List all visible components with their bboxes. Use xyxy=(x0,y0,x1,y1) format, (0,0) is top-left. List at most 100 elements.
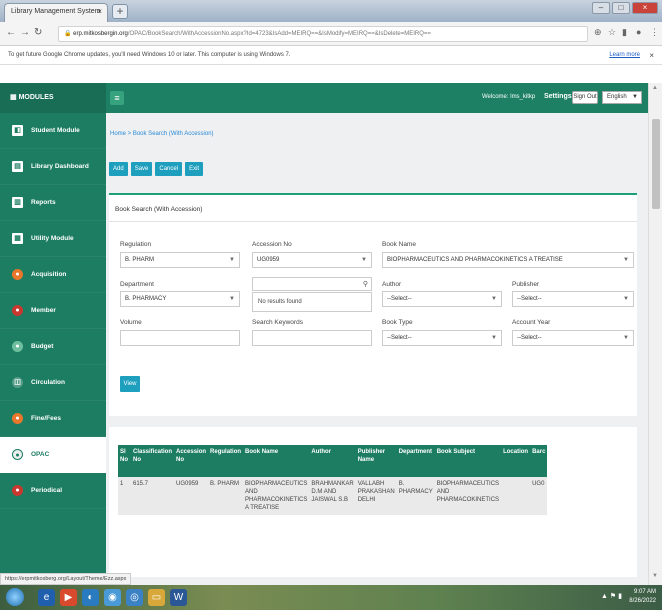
reload-icon[interactable]: ↻ xyxy=(34,27,42,38)
chevron-down-icon: ▼ xyxy=(229,296,235,302)
search-icon: ⚲ xyxy=(362,281,368,288)
tab-close-icon[interactable]: × xyxy=(97,7,102,16)
accession-select[interactable]: UG0959 ▼ xyxy=(252,252,372,268)
infobar-text: To get future Google Chrome updates, you… xyxy=(8,52,291,58)
divider xyxy=(109,221,637,222)
sidebar-item-acquisition[interactable]: ● Acquisition xyxy=(0,257,106,293)
modules-grid-icon: ▦ xyxy=(10,94,19,101)
sidebar-item-student-module[interactable]: ◧ Student Module xyxy=(0,113,106,149)
sidebar-item-budget[interactable]: ● Budget xyxy=(0,329,106,365)
dropdown-results: No results found xyxy=(252,292,372,312)
volume-input[interactable] xyxy=(120,330,240,346)
accyear-select[interactable]: --Select-- ▼ xyxy=(512,330,634,346)
student-icon: ◧ xyxy=(12,125,23,136)
lock-icon: 🔒 xyxy=(64,31,72,37)
menu-toggle-icon[interactable]: ≡ xyxy=(110,91,124,105)
address-bar-row: ← → ↻ 🔒 erp.mitkosbergin.org/OPAC/BookSe… xyxy=(0,22,662,46)
extension-icon[interactable]: ▮ xyxy=(622,27,627,38)
app-header: ▦ MODULES ≡ Welcome: lms_kitkp Settings … xyxy=(0,83,648,113)
clock[interactable]: 9:07 AM 8/26/2022 xyxy=(629,588,656,606)
sidebar-item-circulation[interactable]: ◫ Circulation xyxy=(0,365,106,401)
author-label: Author xyxy=(382,281,402,288)
breadcrumb[interactable]: Home > Book Search (With Accession) xyxy=(110,131,214,137)
scroll-thumb[interactable] xyxy=(652,119,660,209)
page-scrollbar[interactable]: ▲ ▼ xyxy=(648,83,662,585)
cell-accession: UG0959 xyxy=(176,481,199,487)
word-icon[interactable]: W xyxy=(170,589,187,606)
col-header: Publisher Name xyxy=(357,449,386,463)
start-button-icon[interactable] xyxy=(6,588,24,606)
col-header: Sl No xyxy=(120,449,128,463)
tray-icons[interactable]: ▲ ⚑ ▮ xyxy=(601,592,622,600)
dashboard-icon: ▤ xyxy=(12,161,23,172)
exit-button[interactable]: Exit xyxy=(185,162,204,176)
scroll-down-icon[interactable]: ▼ xyxy=(652,573,658,579)
chevron-down-icon: ▼ xyxy=(491,296,497,302)
col-header: Barc xyxy=(532,449,546,455)
sidebar-item-library-dashboard[interactable]: ▤ Library Dashboard xyxy=(0,149,106,185)
ie-icon[interactable]: e xyxy=(38,589,55,606)
sidebar-item-fine-fees[interactable]: ● Fine/Fees xyxy=(0,401,106,437)
periodical-icon: ● xyxy=(12,485,23,496)
folder-icon[interactable]: ▭ xyxy=(148,589,165,606)
maximize-icon[interactable]: □ xyxy=(612,2,630,14)
col-header: Author xyxy=(311,449,332,455)
author-select[interactable]: --Select-- ▼ xyxy=(382,291,502,307)
url-path: /OPAC/BookSearch/WithAccessionNo.aspx?Id… xyxy=(127,31,431,37)
save-button[interactable]: Save xyxy=(130,162,153,176)
col-header: Book Subject xyxy=(436,449,476,455)
network-icon[interactable]: ◐ xyxy=(82,589,99,606)
status-url: https://erpmitkosberg.org/Layout/Theme/E… xyxy=(0,573,132,585)
welcome-text: Welcome: lms_kitkp xyxy=(482,94,536,100)
search-panel: Book Search (With Accession) Regulation … xyxy=(109,193,637,416)
add-button[interactable]: Add xyxy=(109,162,128,176)
bookname-label: Book Name xyxy=(382,241,416,248)
learn-more-link[interactable]: Learn more xyxy=(609,52,640,58)
zoom-icon[interactable]: ⊕ xyxy=(594,27,602,38)
forward-icon[interactable]: → xyxy=(20,27,30,38)
window-close-icon[interactable]: × xyxy=(632,2,658,14)
new-tab-button[interactable]: + xyxy=(112,4,128,19)
keywords-input[interactable] xyxy=(252,330,372,346)
view-button[interactable]: View xyxy=(120,376,140,392)
accyear-label: Account Year xyxy=(512,319,551,326)
regulation-select[interactable]: B. PHARM ▼ xyxy=(120,252,240,268)
browser-icon[interactable]: ◉ xyxy=(104,589,121,606)
menu-dots-icon[interactable]: ⋮ xyxy=(650,27,659,38)
sign-out-button[interactable]: Sign Out xyxy=(572,91,598,104)
settings-link[interactable]: Settings xyxy=(544,93,572,100)
bookmark-star-icon[interactable]: ☆ xyxy=(608,27,616,38)
dropdown-search-input[interactable]: ⚲ xyxy=(252,277,372,291)
col-header: Regulation xyxy=(210,449,242,455)
cell-bookname: BIOPHARMACEUTICS AND PHARMACOKINETICS A … xyxy=(245,481,308,511)
department-select[interactable]: B. PHARMACY ▼ xyxy=(120,291,240,307)
browser-tab[interactable]: Library Management System × xyxy=(4,3,108,22)
bookname-select[interactable]: BIOPHARMACEUTICS AND PHARMACOKINETICS A … xyxy=(382,252,634,268)
sidebar-item-reports[interactable]: ▥ Reports xyxy=(0,185,106,221)
back-icon[interactable]: ← xyxy=(6,27,16,38)
update-infobar: To get future Google Chrome updates, you… xyxy=(0,47,662,65)
publisher-label: Publisher xyxy=(512,281,540,288)
sidebar-item-periodical[interactable]: ● Periodical xyxy=(0,473,106,509)
sidebar-item-opac[interactable]: ● OPAC xyxy=(0,437,106,473)
cancel-button[interactable]: Cancel xyxy=(155,162,183,176)
booktype-label: Book Type xyxy=(382,319,413,326)
scroll-up-icon[interactable]: ▲ xyxy=(652,85,658,91)
publisher-select[interactable]: --Select-- ▼ xyxy=(512,291,634,307)
chrome-icon[interactable]: ◎ xyxy=(126,589,143,606)
sidebar-item-utility-module[interactable]: ▦ Utility Module xyxy=(0,221,106,257)
url-input[interactable]: 🔒 erp.mitkosbergin.org/OPAC/BookSearch/W… xyxy=(58,26,588,42)
window-controls: – □ × xyxy=(592,2,658,16)
language-select[interactable]: English ▼ xyxy=(602,91,642,104)
minimize-icon[interactable]: – xyxy=(592,2,610,14)
chevron-down-icon: ▼ xyxy=(632,94,638,100)
circulation-icon: ◫ xyxy=(12,377,23,388)
table-row[interactable]: 1 615.7 UG0959 B. PHARM BIOPHARMACEUTICS… xyxy=(118,477,548,515)
action-toolbar: Add Save Cancel Exit xyxy=(109,162,204,176)
booktype-select[interactable]: --Select-- ▼ xyxy=(382,330,502,346)
sidebar-item-member[interactable]: ● Member xyxy=(0,293,106,329)
media-player-icon[interactable]: ▶ xyxy=(60,589,77,606)
profile-icon[interactable]: ● xyxy=(636,27,641,37)
browser-tab-strip: Library Management System × + – □ × xyxy=(0,0,662,22)
infobar-close-icon[interactable]: × xyxy=(649,51,654,60)
